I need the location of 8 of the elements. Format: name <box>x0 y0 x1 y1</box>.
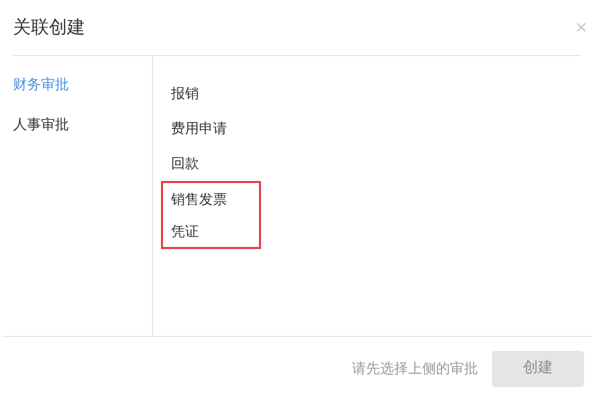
approval-type-item[interactable]: 费用申请 <box>161 111 261 146</box>
hint-text: 请先选择上侧的审批 <box>352 360 478 376</box>
approval-type-item[interactable]: 凭证 <box>163 215 259 247</box>
category-item[interactable]: 人事审批 <box>13 112 152 137</box>
dialog-title: 关联创建 <box>13 16 85 39</box>
approval-type-item[interactable]: 销售发票 <box>163 183 259 215</box>
approval-type-item[interactable]: 回款 <box>161 146 261 181</box>
approval-type-item[interactable]: 报销 <box>161 76 261 111</box>
